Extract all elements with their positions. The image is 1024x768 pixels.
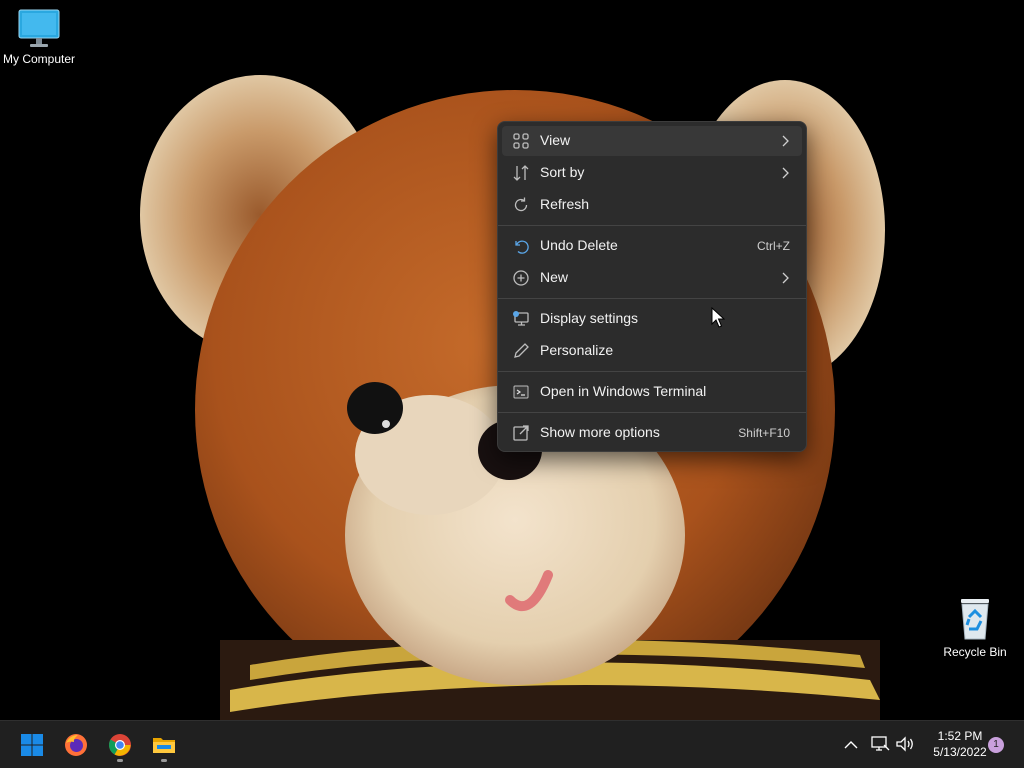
menu-item-personalize[interactable]: Personalize [502,336,802,366]
taskbar-firefox[interactable] [58,727,94,763]
menu-separator [498,412,806,413]
desktop[interactable]: My Computer Recycle Bin View Sort by Ref… [0,0,1024,720]
menu-separator [498,298,806,299]
menu-item-sort-by[interactable]: Sort by [502,158,802,188]
sort-icon [513,165,529,181]
menu-item-shortcut: Ctrl+Z [757,239,790,253]
menu-item-view[interactable]: View [502,126,802,156]
start-button[interactable] [14,727,50,763]
refresh-icon [514,197,528,212]
menu-item-label: Open in Windows Terminal [540,383,707,399]
volume-icon[interactable] [895,735,915,753]
menu-item-label: Show more options [540,424,660,440]
menu-item-show-more-options[interactable]: Show more options Shift+F10 [502,418,802,448]
plus-circle-icon [513,270,529,286]
running-indicator [117,759,123,762]
menu-item-shortcut: Shift+F10 [738,426,790,440]
menu-item-new[interactable]: New [502,263,802,293]
chevron-right-icon [782,167,789,179]
recycle-bin-label: Recycle Bin [943,645,1007,659]
desktop-icon-recycle-bin[interactable]: Recycle Bin [933,595,1017,659]
monitor-icon [18,9,60,47]
taskbar-chrome[interactable] [102,727,138,763]
undo-icon [515,240,529,254]
menu-separator [498,225,806,226]
menu-item-display-settings[interactable]: Display settings [502,304,802,334]
running-indicator [161,759,167,762]
menu-item-label: Refresh [540,196,590,212]
desktop-context-menu: View Sort by Refresh Undo Delete Ctrl+Z … [497,121,807,452]
menu-separator [498,371,806,372]
chevron-up-icon[interactable] [843,738,859,752]
windows-logo-icon [21,734,43,756]
expand-icon [513,425,529,441]
taskbar-file-explorer[interactable] [146,727,182,763]
menu-item-undo-delete[interactable]: Undo Delete Ctrl+Z [502,231,802,261]
notification-badge[interactable]: 1 [988,737,1004,753]
recycle-bin-icon [961,599,989,640]
display-icon [513,311,529,326]
grid-icon [513,133,529,149]
mouse-cursor-icon [711,307,725,328]
chevron-right-icon [782,135,789,147]
menu-item-label: Undo Delete [540,237,618,253]
chevron-right-icon [782,272,789,284]
pencil-icon [514,343,529,358]
taskbar: 1:52 PM 5/13/2022 1 [0,720,1024,768]
firefox-icon [65,734,87,756]
network-icon[interactable] [870,735,890,753]
menu-item-label: New [540,269,569,285]
menu-item-refresh[interactable]: Refresh [502,190,802,220]
menu-item-label: View [540,132,571,148]
chrome-icon [109,734,131,756]
menu-item-label: Personalize [540,342,614,358]
menu-item-label: Sort by [540,164,585,180]
folder-icon [153,738,175,753]
menu-item-open-in-windows-terminal[interactable]: Open in Windows Terminal [502,377,802,407]
menu-item-label: Display settings [540,310,639,326]
my-computer-label: My Computer [2,52,76,66]
desktop-icon-my-computer[interactable]: My Computer [0,8,81,66]
terminal-icon [513,385,529,399]
